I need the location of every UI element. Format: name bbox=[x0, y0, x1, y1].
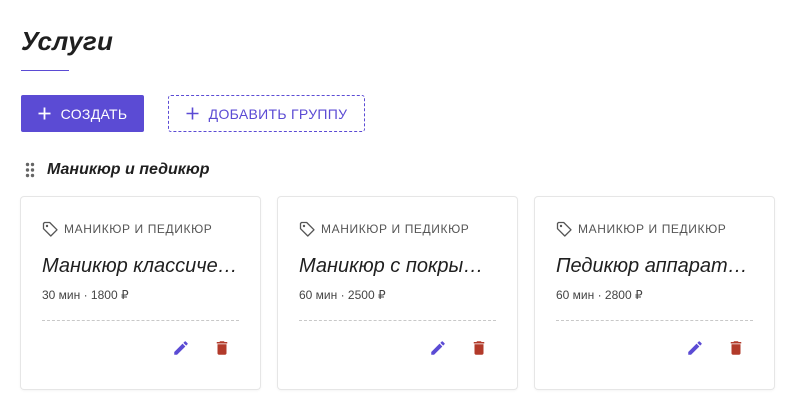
service-card[interactable]: Маникюр и педикюр Маникюр с покрытием 60… bbox=[278, 197, 517, 389]
service-meta: 60 мин · 2500 ₽ bbox=[299, 288, 386, 302]
page-title: Услуги bbox=[21, 26, 114, 56]
service-card[interactable]: Маникюр и педикюр Маникюр классический 3… bbox=[21, 197, 260, 389]
trash-icon bbox=[730, 341, 742, 355]
pencil-icon bbox=[431, 341, 445, 355]
delete-button[interactable] bbox=[212, 338, 232, 358]
edit-button[interactable] bbox=[685, 338, 705, 358]
delete-button[interactable] bbox=[469, 338, 489, 358]
plus-icon bbox=[38, 107, 51, 120]
plus-icon bbox=[186, 107, 199, 120]
trash-icon bbox=[473, 341, 485, 355]
create-button-label: Создать bbox=[60, 105, 128, 122]
service-category-label: Маникюр и педикюр bbox=[321, 222, 470, 236]
pencil-icon bbox=[174, 341, 188, 355]
service-meta: 60 мин · 2800 ₽ bbox=[556, 288, 643, 302]
service-category: Маникюр и педикюр bbox=[42, 221, 212, 237]
tag-icon bbox=[42, 221, 58, 237]
service-category-label: Маникюр и педикюр bbox=[578, 222, 727, 236]
card-actions bbox=[428, 338, 489, 358]
add-group-button-label: Добавить группу bbox=[208, 105, 348, 122]
card-divider bbox=[299, 320, 496, 321]
card-divider bbox=[42, 320, 239, 321]
add-group-button[interactable]: Добавить группу bbox=[168, 95, 365, 132]
service-name: Маникюр с покрытием bbox=[299, 255, 499, 277]
tag-icon bbox=[556, 221, 572, 237]
service-name: Педикюр аппаратный bbox=[556, 255, 756, 277]
card-divider bbox=[556, 320, 753, 321]
group-header: Маникюр и педикюр bbox=[25, 160, 210, 180]
service-category-label: Маникюр и педикюр bbox=[64, 222, 213, 236]
edit-button[interactable] bbox=[428, 338, 448, 358]
group-title: Маникюр и педикюр bbox=[47, 161, 210, 178]
service-category: Маникюр и педикюр bbox=[556, 221, 726, 237]
service-name: Маникюр классический bbox=[42, 255, 242, 277]
edit-button[interactable] bbox=[171, 338, 191, 358]
trash-icon bbox=[216, 341, 228, 355]
service-meta: 30 мин · 1800 ₽ bbox=[42, 288, 129, 302]
card-actions bbox=[171, 338, 232, 358]
service-category: Маникюр и педикюр bbox=[299, 221, 469, 237]
title-underline bbox=[21, 70, 69, 71]
pencil-icon bbox=[688, 341, 702, 355]
tag-icon bbox=[299, 221, 315, 237]
delete-button[interactable] bbox=[726, 338, 746, 358]
drag-handle-icon[interactable] bbox=[25, 162, 35, 178]
card-actions bbox=[685, 338, 746, 358]
create-button[interactable]: Создать bbox=[21, 95, 144, 132]
service-card[interactable]: Маникюр и педикюр Педикюр аппаратный 60 … bbox=[535, 197, 774, 389]
